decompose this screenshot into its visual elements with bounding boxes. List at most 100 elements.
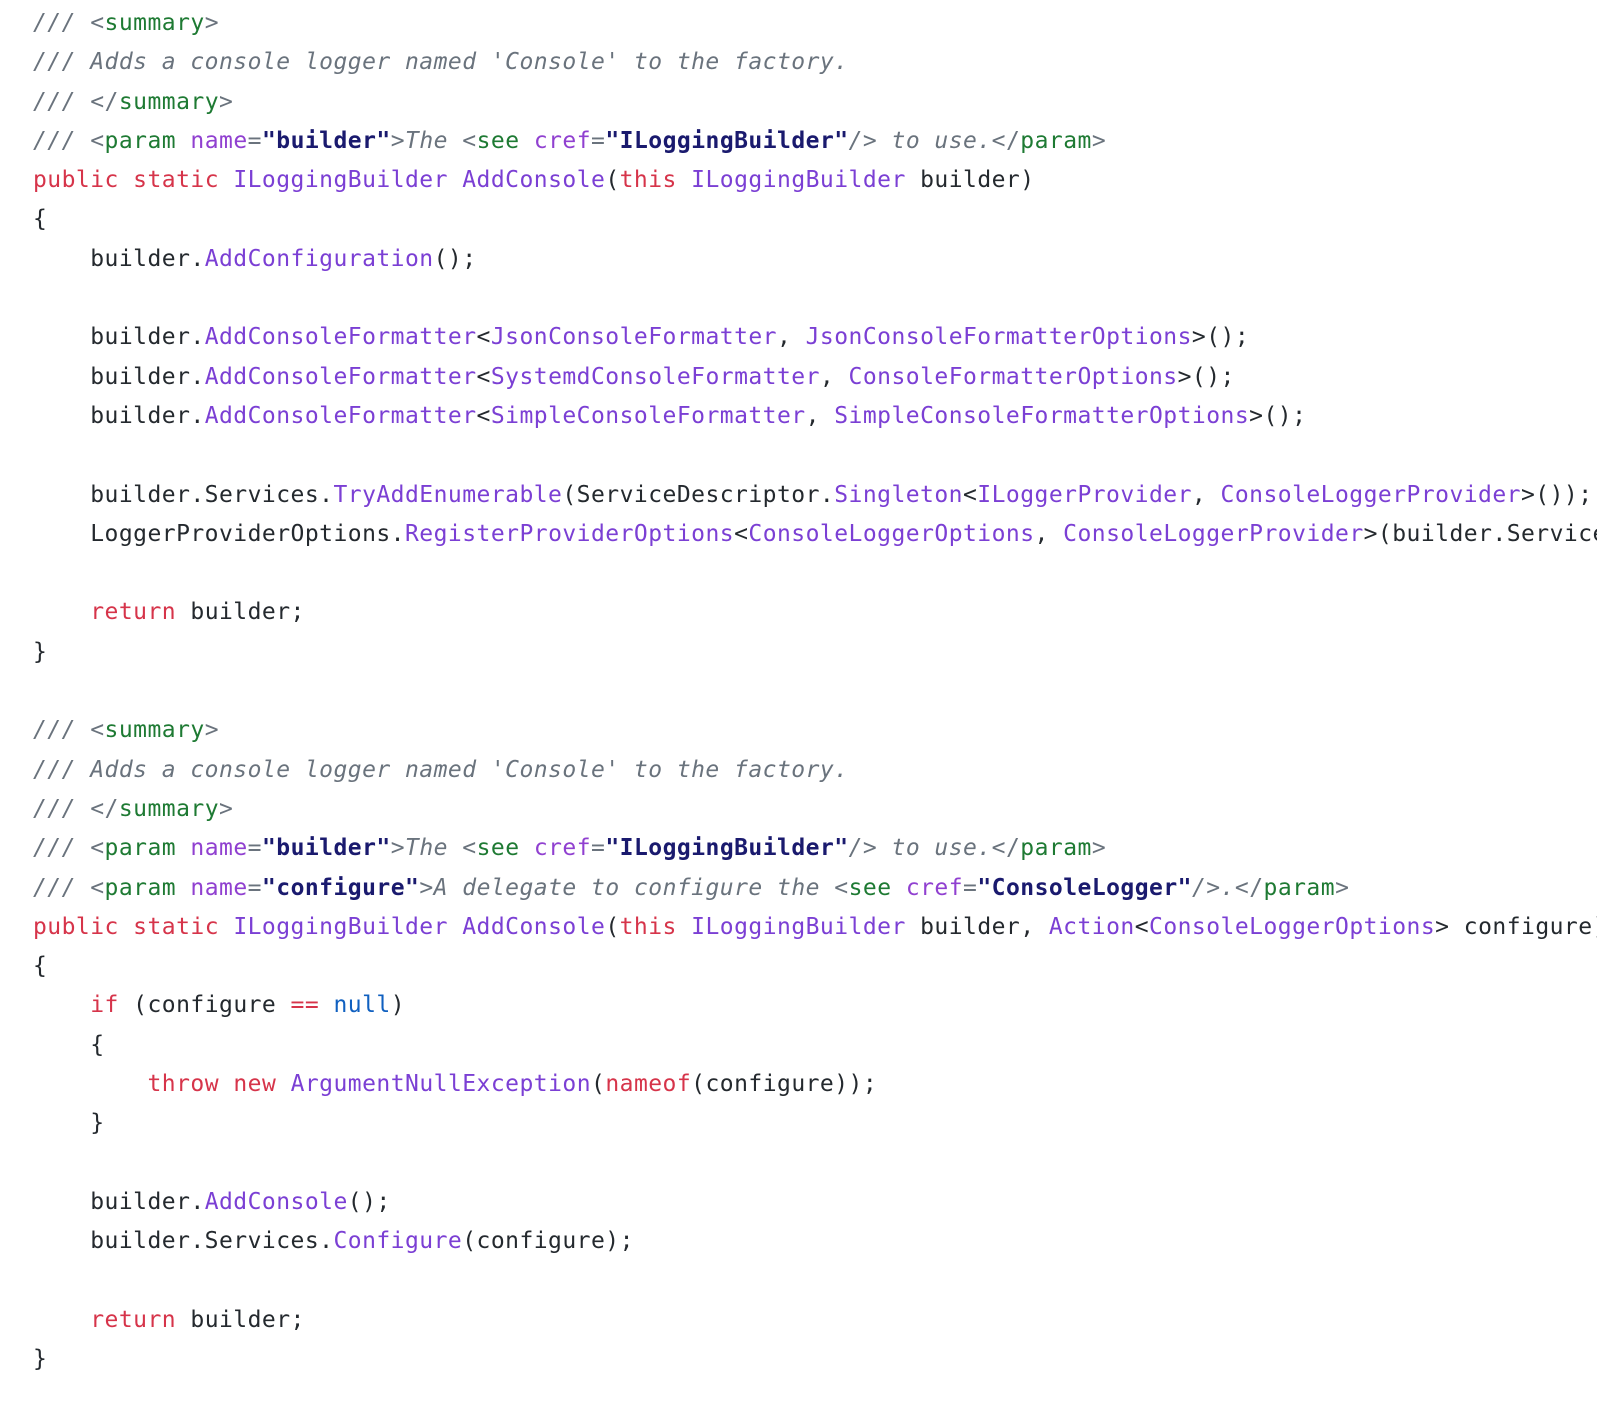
code-token-xml-attribute-name: name <box>190 835 248 862</box>
code-token-comment: /> to use. <box>848 835 992 862</box>
code-token-xml-punctuation: </ <box>1234 874 1264 901</box>
code-line[interactable] <box>33 1144 1597 1183</box>
code-token-method: AddConsoleFormatter <box>204 363 477 390</box>
code-token-type: JsonConsoleFormatterOptions <box>805 324 1192 351</box>
code-token-xml-punctuation: = <box>591 835 606 862</box>
code-token-xml-punctuation: </ <box>90 795 119 822</box>
code-line[interactable]: } <box>33 1340 1597 1379</box>
code-token-xml-attribute-name: cref <box>533 127 592 154</box>
code-token-type: JsonConsoleFormatter <box>490 324 777 351</box>
code-line[interactable]: /// <summary> <box>33 4 1597 43</box>
code-line[interactable]: /// <param name="builder">The <see cref=… <box>33 122 1597 161</box>
code-line[interactable]: { <box>33 1026 1597 1065</box>
code-token-comment: >The <box>390 127 463 154</box>
code-line[interactable]: builder.AddConfiguration(); <box>33 240 1597 279</box>
code-token-comment: /// Adds a console logger named 'Console… <box>33 756 849 783</box>
code-token-xml-attribute-name: cref <box>533 835 592 862</box>
code-block[interactable]: /// <summary>/// Adds a console logger n… <box>0 0 1597 1405</box>
code-token-comment <box>520 128 534 154</box>
code-line[interactable]: builder.Services.Configure(configure); <box>33 1222 1597 1261</box>
code-token-xml-punctuation: = <box>247 127 262 154</box>
code-line[interactable]: /// </summary> <box>33 83 1597 122</box>
code-line[interactable]: /// <summary> <box>33 711 1597 750</box>
code-token-plain: builder; <box>176 599 305 626</box>
code-line[interactable]: builder.AddConsoleFormatter<SystemdConso… <box>33 358 1597 397</box>
code-line[interactable]: builder.AddConsoleFormatter<JsonConsoleF… <box>33 318 1597 357</box>
code-token-plain: builder.Services. <box>33 481 334 508</box>
code-line[interactable] <box>33 672 1597 711</box>
code-token-xml-punctuation: < <box>462 127 477 154</box>
code-token-method: AddConsole <box>204 1188 348 1215</box>
code-token-plain: , <box>805 402 835 429</box>
code-token-comment: /// <box>33 835 91 862</box>
code-line[interactable]: builder.Services.TryAddEnumerable(Servic… <box>33 476 1597 515</box>
code-token-keyword: return <box>90 1306 177 1333</box>
code-token-plain: < <box>962 481 978 508</box>
code-token-type: ILoggerProvider <box>977 481 1192 508</box>
code-token-plain: , <box>777 324 806 351</box>
code-token-xml-attribute-value: "configure" <box>261 874 420 901</box>
code-line[interactable] <box>33 279 1597 318</box>
code-token-keyword: nameof <box>605 1071 692 1098</box>
code-token-xml-punctuation: = <box>963 874 978 901</box>
code-token-plain: { <box>33 206 48 233</box>
code-token-xml-tag: param <box>1020 835 1092 862</box>
code-line[interactable]: return builder; <box>33 593 1597 632</box>
code-line[interactable]: } <box>33 1104 1597 1143</box>
code-line[interactable]: } <box>33 633 1597 672</box>
code-token-type: ConsoleFormatterOptions <box>848 363 1178 390</box>
code-token-xml-punctuation: </ <box>991 127 1021 154</box>
code-token-keyword: if <box>90 992 119 1019</box>
code-token-xml-tag: summary <box>104 10 205 36</box>
code-line[interactable] <box>33 554 1597 593</box>
code-token-plain: >()); <box>1520 481 1593 508</box>
code-line[interactable]: builder.AddConsole(); <box>33 1183 1597 1222</box>
code-token-xml-tag: param <box>104 835 177 862</box>
code-token-xml-punctuation: = <box>591 127 606 154</box>
code-token-comment: >A delegate to configure the <box>419 874 835 901</box>
code-token-null-literal: null <box>333 992 391 1019</box>
code-token-plain: ) <box>390 992 406 1019</box>
code-token-plain: (configure); <box>462 1228 634 1255</box>
code-token-plain: >(); <box>1177 363 1235 390</box>
code-token-xml-tag: summary <box>104 717 205 744</box>
code-token-comment <box>176 875 190 901</box>
code-line[interactable]: { <box>33 200 1597 239</box>
code-line[interactable]: LoggerProviderOptions.RegisterProviderOp… <box>33 515 1597 554</box>
code-token-xml-punctuation: > <box>1091 835 1107 862</box>
code-line[interactable]: /// Adds a console logger named 'Console… <box>33 43 1597 82</box>
code-token-comment: /// Adds a console logger named 'Console… <box>33 49 849 76</box>
code-line[interactable]: if (configure == null) <box>33 986 1597 1025</box>
code-line[interactable]: public static ILoggingBuilder AddConsole… <box>33 908 1597 947</box>
code-token-xml-punctuation: < <box>90 874 105 901</box>
code-line[interactable]: return builder; <box>33 1301 1597 1340</box>
code-token-comment: /// <box>33 127 91 154</box>
code-token-xml-tag: param <box>1020 127 1092 154</box>
code-token-plain: < <box>1134 913 1150 940</box>
code-token-comment: /// <box>33 795 91 822</box>
code-token-keyword: static <box>133 167 219 194</box>
code-token-type: SystemdConsoleFormatter <box>490 363 820 390</box>
code-line[interactable]: public static ILoggingBuilder AddConsole… <box>33 161 1597 200</box>
code-token-xml-tag: param <box>104 127 177 154</box>
code-line[interactable] <box>33 436 1597 475</box>
code-token-operator: == <box>290 992 320 1019</box>
code-token-type: ConsoleLoggerOptions <box>1149 913 1436 940</box>
code-line[interactable]: /// </summary> <box>33 790 1597 829</box>
code-token-xml-tag: summary <box>118 795 220 822</box>
code-line[interactable] <box>33 1262 1597 1301</box>
code-line[interactable]: /// <param name="configure">A delegate t… <box>33 869 1597 908</box>
code-line[interactable]: /// Adds a console logger named 'Console… <box>33 751 1597 790</box>
code-token-plain: , <box>1191 481 1221 508</box>
code-token-xml-punctuation: > <box>1091 127 1107 154</box>
code-line[interactable]: /// <param name="builder">The <see cref=… <box>33 829 1597 868</box>
code-line[interactable]: throw new ArgumentNullException(nameof(c… <box>33 1065 1597 1104</box>
code-token-xml-tag: see <box>476 835 520 862</box>
code-line[interactable]: builder.AddConsoleFormatter<SimpleConsol… <box>33 397 1597 436</box>
code-line[interactable]: { <box>33 947 1597 986</box>
